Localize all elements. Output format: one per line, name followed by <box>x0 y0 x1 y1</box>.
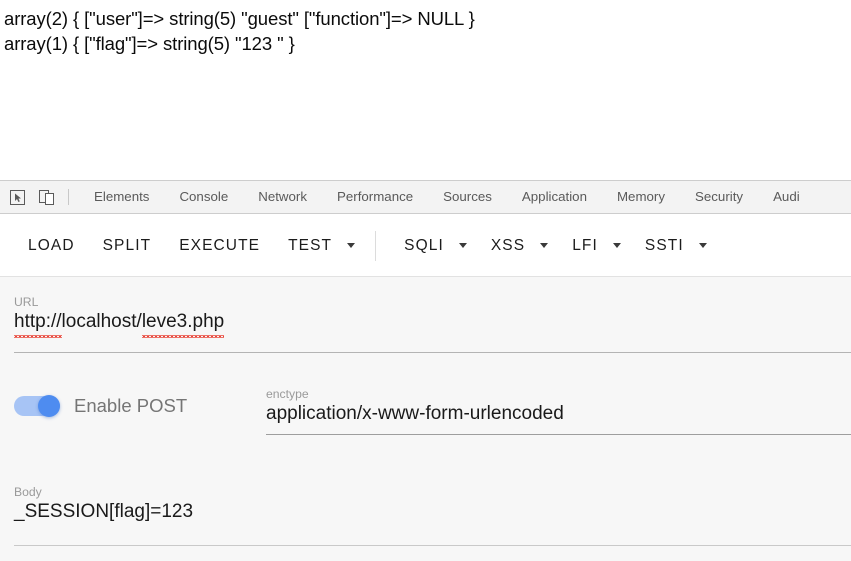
chevron-down-icon[interactable] <box>698 243 707 248</box>
devtools-tab-bar: Elements Console Network Performance Sou… <box>0 180 851 214</box>
request-form-panel: URL http://localhost/leve3.php Enable PO… <box>0 277 851 561</box>
url-host-text: localhost <box>61 311 137 332</box>
browser-window: array(2) { ["user"]=> string(5) "guest" … <box>0 0 851 561</box>
action-toolbar: LOAD SPLIT EXECUTE TEST SQLI XSS LFI SST… <box>0 215 851 277</box>
toolbar-divider <box>68 189 69 205</box>
var-dump-line-2: array(1) { ["flag"]=> string(5) "123 " } <box>4 33 295 54</box>
tab-sources[interactable]: Sources <box>428 181 507 213</box>
enctype-field-underline <box>266 434 851 435</box>
sqli-button[interactable]: SQLI <box>390 228 458 264</box>
enable-post-toggle[interactable]: Enable POST <box>14 395 187 417</box>
body-label: Body <box>14 485 42 499</box>
tab-elements[interactable]: Elements <box>79 181 164 213</box>
xss-button[interactable]: XSS <box>477 228 539 264</box>
chevron-down-icon[interactable] <box>612 243 621 248</box>
tab-application[interactable]: Application <box>507 181 602 213</box>
inspect-element-icon[interactable] <box>4 185 30 209</box>
ssti-button[interactable]: SSTI <box>631 228 698 264</box>
tab-memory[interactable]: Memory <box>602 181 680 213</box>
enable-post-label: Enable POST <box>74 395 188 416</box>
enctype-field-group: enctype application/x-www-form-urlencode… <box>266 387 851 427</box>
device-toolbar-icon[interactable] <box>34 185 60 209</box>
test-button[interactable]: TEST <box>274 228 346 264</box>
tab-performance[interactable]: Performance <box>322 181 428 213</box>
url-input[interactable]: http://localhost/leve3.php <box>14 309 837 338</box>
ssti-menu[interactable]: SSTI <box>631 228 717 264</box>
chevron-down-icon[interactable] <box>458 243 467 248</box>
tab-console[interactable]: Console <box>164 181 243 213</box>
load-button[interactable]: LOAD <box>14 228 89 264</box>
page-content-area: array(2) { ["user"]=> string(5) "guest" … <box>0 0 851 180</box>
url-scheme-text: http:// <box>14 309 62 338</box>
devtools-tabs: Elements Console Network Performance Sou… <box>79 181 815 213</box>
lfi-button[interactable]: LFI <box>558 228 612 264</box>
body-field-group: Body _SESSION[flag]=123 <box>0 485 851 525</box>
tab-network[interactable]: Network <box>243 181 322 213</box>
enctype-label: enctype <box>266 387 309 401</box>
tab-security[interactable]: Security <box>680 181 758 213</box>
enctype-input[interactable]: application/x-www-form-urlencoded <box>266 401 851 427</box>
chevron-down-icon[interactable] <box>540 243 549 248</box>
xss-menu[interactable]: XSS <box>477 228 558 264</box>
url-field-group: URL http://localhost/leve3.php <box>0 295 851 338</box>
tab-audits[interactable]: Audi <box>758 181 815 213</box>
url-label: URL <box>14 295 39 309</box>
toolbar-group-divider <box>375 230 377 261</box>
chevron-down-icon[interactable] <box>347 243 356 248</box>
var-dump-line-1: array(2) { ["user"]=> string(5) "guest" … <box>4 8 475 29</box>
test-menu[interactable]: TEST <box>274 228 365 264</box>
split-button[interactable]: SPLIT <box>89 228 166 264</box>
execute-button[interactable]: EXECUTE <box>165 228 274 264</box>
body-input[interactable]: _SESSION[flag]=123 <box>14 499 837 525</box>
sqli-menu[interactable]: SQLI <box>390 228 477 264</box>
toggle-knob <box>38 395 60 417</box>
body-field-underline <box>14 545 851 546</box>
toggle-switch[interactable] <box>14 395 60 417</box>
lfi-menu[interactable]: LFI <box>558 228 631 264</box>
url-field-underline <box>14 352 851 353</box>
url-path-text: leve3.php <box>141 309 225 338</box>
